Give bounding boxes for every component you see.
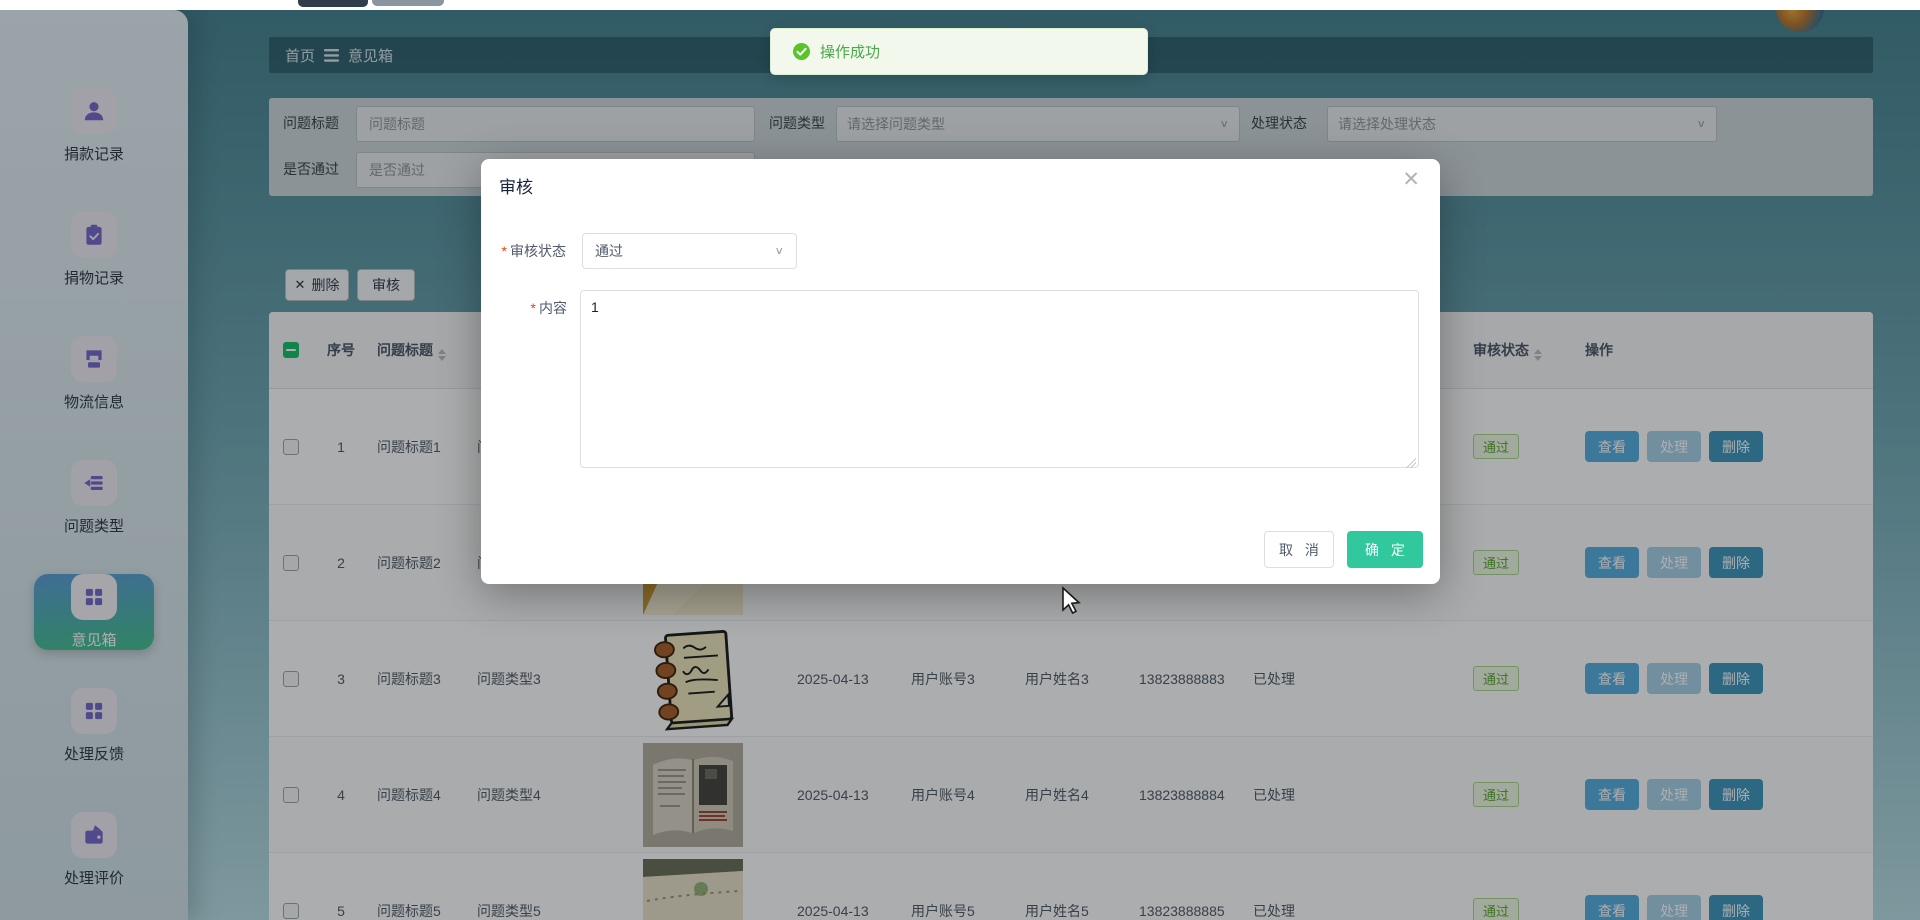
audit-status-label: * 审核状态	[501, 243, 566, 259]
success-check-icon	[793, 43, 810, 60]
textarea-resize-handle[interactable]	[1406, 458, 1416, 468]
success-toast: 操作成功	[770, 28, 1148, 75]
confirm-button[interactable]: 确 定	[1347, 531, 1423, 568]
toast-message: 操作成功	[820, 44, 881, 61]
browser-tab-fragment	[298, 0, 368, 7]
browser-tab-fragment	[372, 0, 444, 6]
chevron-down-icon: ∨	[774, 244, 784, 257]
content-label: * 内容	[530, 300, 567, 316]
mouse-cursor	[1062, 586, 1081, 615]
audit-modal: 审核 ✕ * 审核状态 通过 ∨ * 内容 1 取 消 确 定	[481, 159, 1440, 584]
browser-chrome-strip	[0, 0, 1920, 10]
modal-title: 审核	[499, 178, 533, 197]
modal-close-icon[interactable]: ✕	[1402, 169, 1420, 190]
content-textarea[interactable]: 1	[580, 290, 1419, 468]
app-window: 捐款记录 捐物记录 物流信息 问题类型 意见箱 处理反馈 处理评价 首页 意见箱 问题标题 …	[0, 0, 1920, 920]
cancel-button[interactable]: 取 消	[1264, 531, 1334, 568]
audit-status-select[interactable]: 通过 ∨	[582, 233, 797, 269]
